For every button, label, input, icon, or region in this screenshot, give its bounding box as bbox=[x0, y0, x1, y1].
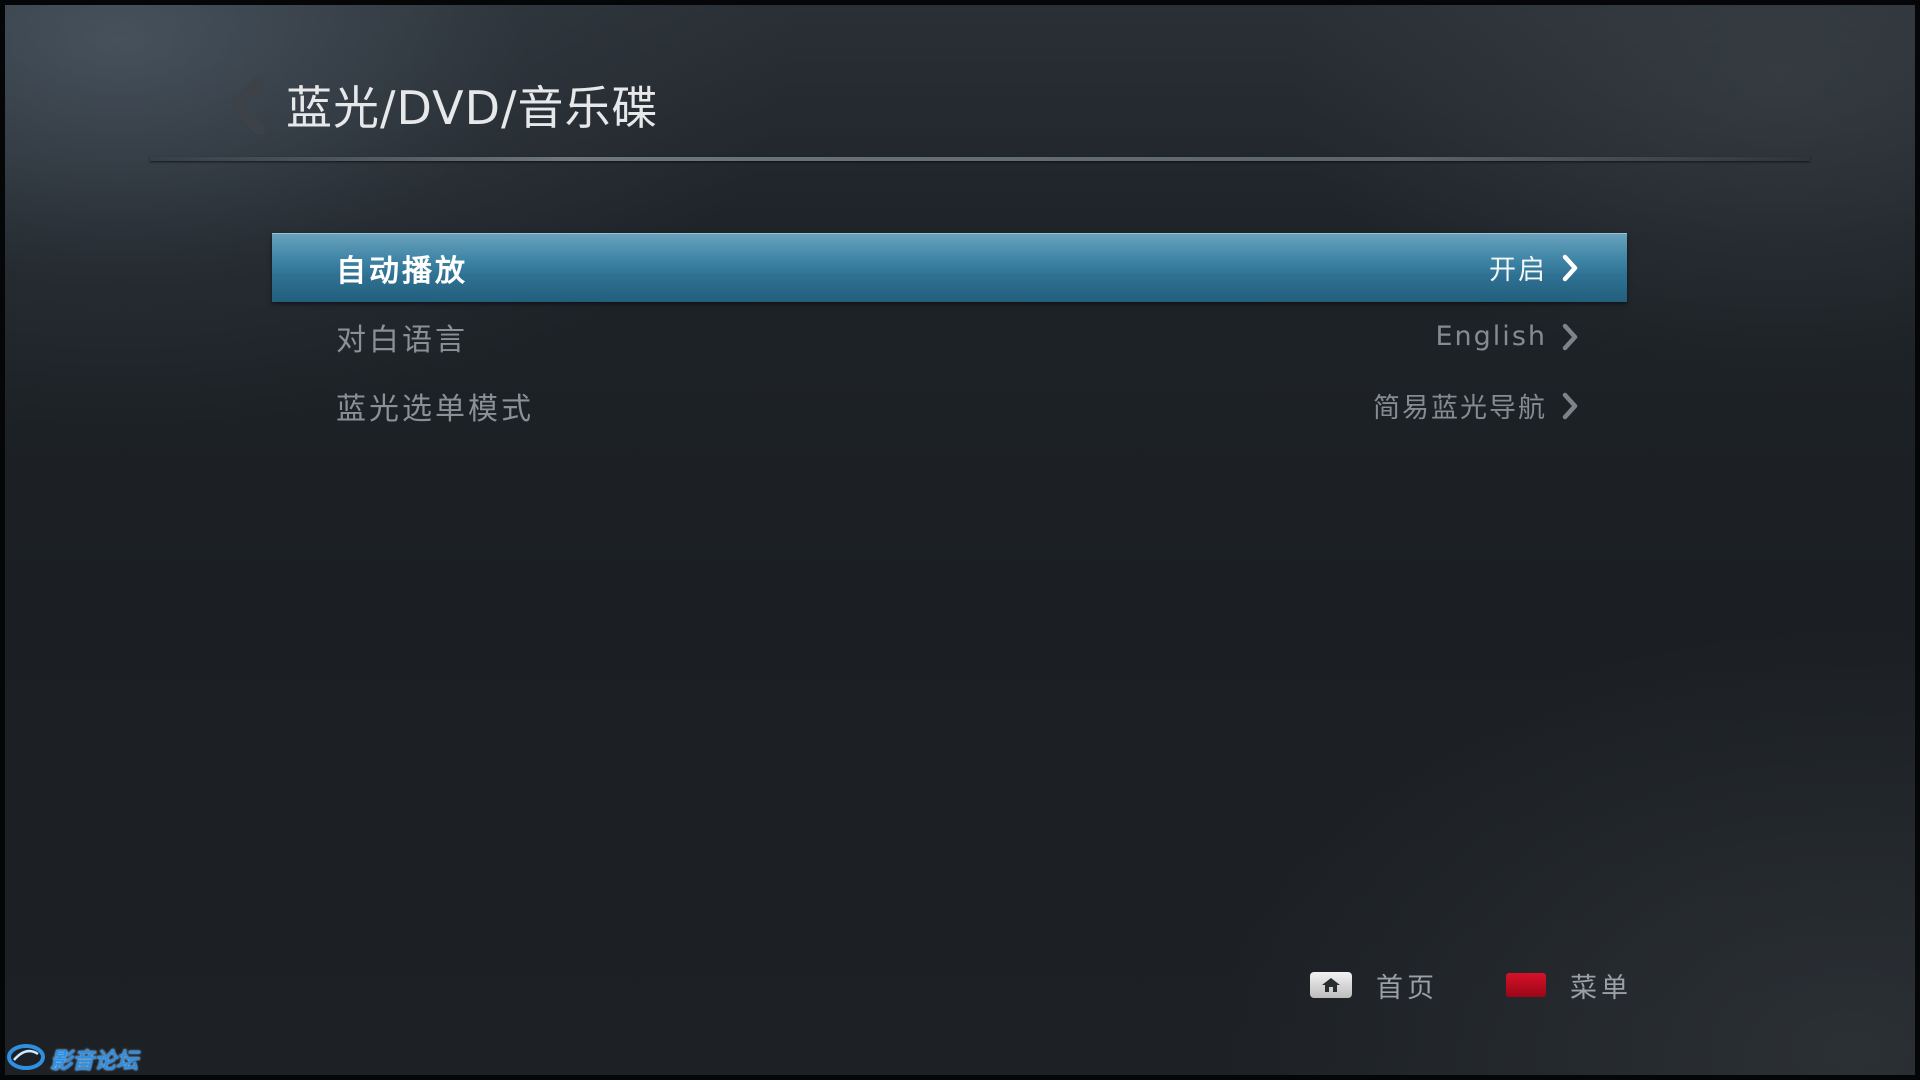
screen-border bbox=[0, 0, 1920, 1080]
red-key-icon bbox=[1506, 973, 1546, 997]
page-title: 蓝光/DVD/音乐碟 bbox=[286, 81, 659, 135]
forum-watermark: 影音论坛 bbox=[6, 1042, 138, 1076]
home-hint-label: 首页 bbox=[1376, 972, 1438, 1004]
watermark-text: 影音论坛 bbox=[50, 1049, 139, 1074]
menu-item-autoplay[interactable]: 自动播放 开启 bbox=[272, 233, 1627, 302]
home-hint[interactable]: 首页 bbox=[1310, 966, 1438, 1005]
menu-item-label: 自动播放 bbox=[336, 253, 468, 289]
chevron-right-icon bbox=[1561, 323, 1579, 351]
menu-hint-label: 菜单 bbox=[1570, 972, 1632, 1004]
menu-item-dialogue-language[interactable]: 对白语言 English bbox=[272, 302, 1627, 371]
menu-item-label: 对白语言 bbox=[336, 322, 468, 358]
chevron-left-icon[interactable] bbox=[222, 70, 272, 140]
menu-item-value: 简易蓝光导航 bbox=[1373, 393, 1547, 424]
menu-item-value-group: 开启 bbox=[1489, 248, 1579, 287]
menu-item-bluray-menu-mode[interactable]: 蓝光选单模式 简易蓝光导航 bbox=[272, 371, 1627, 440]
screen: 蓝光/DVD/音乐碟 自动播放 开启 对白语言 English 蓝光选单模式 简… bbox=[0, 0, 1920, 1080]
home-key-icon bbox=[1310, 972, 1352, 998]
menu-item-value: English bbox=[1435, 321, 1547, 352]
chevron-right-icon bbox=[1561, 392, 1579, 420]
menu-item-value: 开启 bbox=[1489, 255, 1547, 286]
settings-menu: 自动播放 开启 对白语言 English 蓝光选单模式 简易蓝光导航 bbox=[272, 233, 1627, 440]
watermark-logo-icon bbox=[6, 1042, 46, 1076]
header-divider bbox=[150, 157, 1810, 161]
menu-item-label: 蓝光选单模式 bbox=[336, 391, 534, 427]
menu-item-value-group: English bbox=[1436, 321, 1580, 352]
header: 蓝光/DVD/音乐碟 bbox=[222, 70, 659, 140]
footer-hints: 首页 菜单 bbox=[1310, 958, 1632, 1012]
menu-item-value-group: 简易蓝光导航 bbox=[1373, 386, 1579, 425]
chevron-right-icon bbox=[1561, 254, 1579, 282]
menu-hint[interactable]: 菜单 bbox=[1506, 966, 1632, 1005]
